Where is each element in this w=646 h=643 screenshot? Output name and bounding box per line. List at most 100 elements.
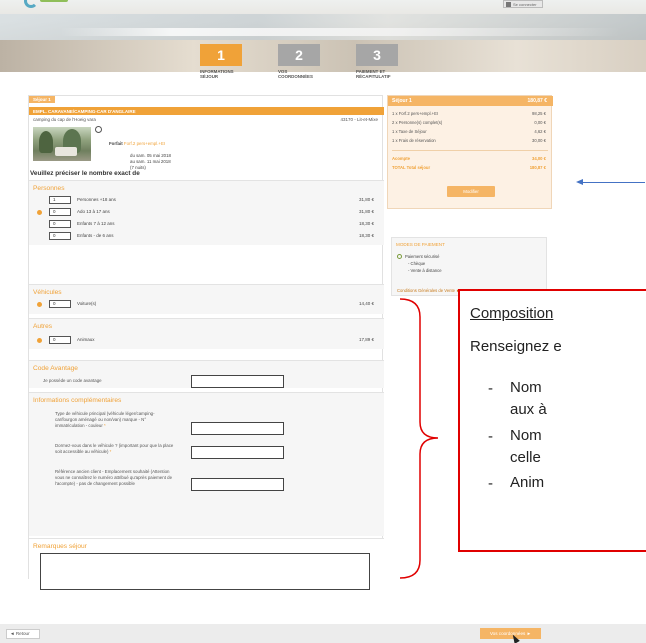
- required-star: *: [108, 449, 112, 454]
- stay-dates: du sam. 05 mai 2018 au sam. 11 mai 2018 …: [130, 153, 171, 171]
- camping-logo[interactable]: [24, 0, 70, 8]
- divider: [392, 150, 548, 151]
- modify-button[interactable]: Modifier: [447, 186, 495, 197]
- section-title: Remarques séjour: [33, 543, 87, 550]
- promo-code-input[interactable]: [191, 375, 284, 388]
- vehicules-section: Véhicules 0 Voiture(s) 14,40 €: [29, 284, 384, 314]
- step-number: 1: [200, 44, 242, 66]
- section-title: Autres: [33, 323, 53, 330]
- summary-row-label: 1 x Taxe de Séjour: [392, 129, 427, 134]
- summary-row-value: 98,25 €: [532, 111, 546, 116]
- annotation-box: Composition Renseignez e - Nom aux à - N…: [458, 289, 646, 552]
- annotation-item: Anim: [510, 474, 545, 491]
- field-label: Dormez-vous dans le véhicule ? (importan…: [55, 443, 174, 454]
- bullet-icon: [37, 338, 42, 343]
- annotation-intro: Renseignez e: [470, 338, 562, 355]
- wave-image: [60, 28, 620, 36]
- pitch-type-bar: EMPL. CARAVANE/CAMPING-CAR D'ANGLAIRE: [29, 107, 384, 115]
- row-price: 31,80 €: [358, 197, 374, 202]
- other-row: 0 Animaux 17,89 €: [29, 336, 384, 345]
- footer-bar: ◄ Retour Vos coordonnées ►: [0, 624, 646, 643]
- quantity-input[interactable]: 0: [49, 220, 71, 228]
- row-label: Ado 13 à 17 ans: [77, 209, 110, 214]
- person-row: 0 Enfants 7 à 12 ans 18,30 €: [29, 220, 384, 229]
- quantity-input[interactable]: 0: [49, 208, 71, 216]
- forfait-value: Forf.2 pers+empl.+EI: [123, 141, 166, 146]
- personnes-section: Personnes 1 Personnes +18 ans 31,80 € 0 …: [29, 180, 384, 245]
- summary-row-value: 30,00 €: [532, 138, 546, 143]
- summary-row: 1 x Taxe de Séjour 4,62 €: [392, 129, 550, 134]
- step-label: Informations séjour: [200, 69, 234, 79]
- login-button[interactable]: Se connecter: [503, 0, 543, 8]
- row-price: 31,80 €: [358, 209, 374, 214]
- reference-label: Référence ancien client - Emplacement so…: [55, 469, 173, 486]
- quantity-input[interactable]: 0: [49, 336, 71, 344]
- vehicle-row: 0 Voiture(s) 14,40 €: [29, 300, 384, 309]
- step-number: 3: [356, 44, 398, 66]
- forfait-info: Forfait Forf.2 pers+empl.+EI: [109, 141, 165, 146]
- person-row: 0 Enfants - de 6 ans 18,30 €: [29, 232, 384, 241]
- total-label: TOTAL Total séjour: [392, 165, 431, 170]
- person-row: 0 Ado 13 à 17 ans 31,80 €: [29, 208, 384, 217]
- section-title: Code Avantage: [33, 365, 78, 372]
- login-label: Se connecter: [513, 2, 537, 7]
- annotation-title: Composition: [470, 305, 554, 322]
- summary-row-value: 4,62 €: [534, 129, 546, 134]
- vehicle-type-label: Type de véhicule principal (véhicule lég…: [55, 411, 175, 429]
- annotation-item: aux à: [510, 401, 547, 418]
- sea-image: [0, 14, 646, 40]
- bullet-icon: [37, 210, 42, 215]
- remarks-textarea[interactable]: [40, 553, 370, 590]
- summary-row-label: 2 x Personne(s) complet(s): [392, 120, 443, 125]
- annotation-item: Nom: [510, 427, 542, 444]
- infos-section: Informations complémentaires Type de véh…: [29, 392, 384, 536]
- zoom-icon[interactable]: [95, 126, 102, 133]
- user-icon: [506, 2, 511, 7]
- row-label: Enfants - de 6 ans: [77, 233, 114, 238]
- camping-location: 43170 - Lit-et-Mixe: [340, 117, 378, 122]
- precisez-heading: Veuillez préciser le nombre exact de: [30, 170, 140, 177]
- list-dash: -: [488, 380, 493, 397]
- stay-summary: Séjour 1 180,87 € 1 x Forf.2 pers+empl.+…: [387, 95, 553, 209]
- sleep-vehicle-label: Dormez-vous dans le véhicule ? (importan…: [55, 443, 175, 455]
- row-price: 18,30 €: [358, 233, 374, 238]
- annotation-item: celle: [510, 449, 541, 466]
- progress-steps: 1 Informations séjour 2 Vos coordonnées …: [200, 44, 450, 84]
- booking-form: Séjour 1 EMPL. CARAVANE/CAMPING-CAR D'AN…: [28, 95, 384, 580]
- section-title: Informations complémentaires: [33, 397, 122, 404]
- summary-row-value: 0,00 €: [534, 120, 546, 125]
- reference-input[interactable]: [191, 478, 284, 491]
- summary-title: Séjour 1: [392, 98, 412, 104]
- section-title: Véhicules: [33, 289, 62, 296]
- row-label: Animaux: [77, 337, 95, 342]
- sleep-vehicle-input[interactable]: [191, 446, 284, 459]
- arrowhead-icon: [576, 179, 583, 185]
- summary-row-label: 1 x Forf.2 pers+empl.+EI: [392, 111, 439, 116]
- summary-row: 1 x Frais de réservation 30,00 €: [392, 138, 550, 143]
- autres-section: Autres 0 Animaux 17,89 €: [29, 318, 384, 349]
- back-button[interactable]: ◄ Retour: [6, 629, 40, 639]
- row-price: 14,40 €: [358, 301, 374, 306]
- quantity-input[interactable]: 0: [49, 300, 71, 308]
- cgv-link[interactable]: Conditions Générales de Vente ►: [397, 288, 460, 293]
- summary-row: 2 x Personne(s) complet(s) 0,00 €: [392, 120, 550, 125]
- camping-photo[interactable]: [33, 127, 91, 161]
- payment-sub: - Chèque: [408, 261, 426, 266]
- row-price: 17,89 €: [358, 337, 374, 342]
- code-avantage-section: Code Avantage Je possède un code avantag…: [29, 360, 384, 388]
- quantity-input[interactable]: 0: [49, 232, 71, 240]
- payment-methods: Modes de paiement Paiement sécurisé - Ch…: [391, 237, 547, 296]
- stay-tag: Séjour 1: [29, 96, 55, 103]
- step-label: Paiement et récapitulatif: [356, 69, 391, 79]
- quantity-input[interactable]: 1: [49, 196, 71, 204]
- payment-radio[interactable]: [397, 254, 402, 259]
- row-label: Personnes +18 ans: [77, 197, 116, 202]
- annotation-arrow: [581, 182, 645, 183]
- payment-sub: - Vente à distance: [408, 268, 442, 273]
- summary-total: 180,87 €: [527, 98, 547, 104]
- total-value: 180,87 €: [529, 165, 546, 170]
- curly-brace: [399, 298, 438, 579]
- step-1: 1 Informations séjour: [200, 44, 242, 79]
- vehicle-type-input[interactable]: [191, 422, 284, 435]
- summary-row-label: 1 x Frais de réservation: [392, 138, 436, 143]
